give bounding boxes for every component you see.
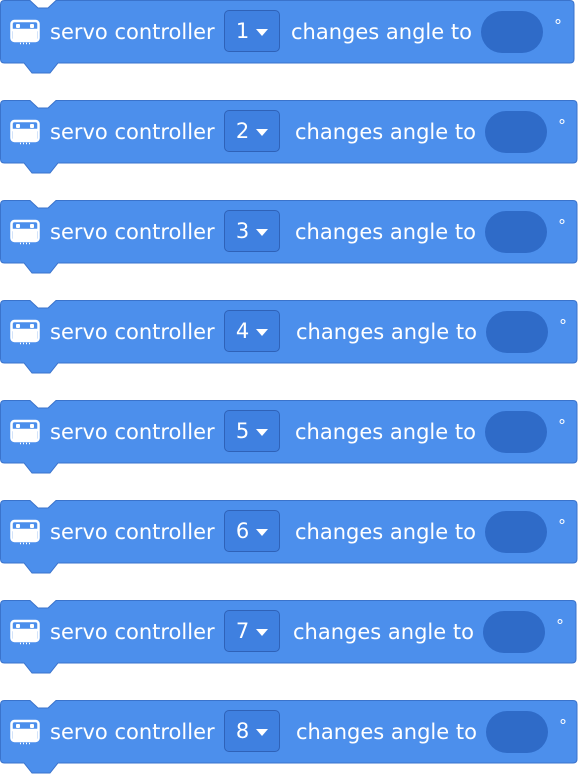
dropdown-value: 3 [235,219,250,243]
servo-number-dropdown[interactable]: 6 [224,510,280,552]
action-label: changes angle to [295,220,476,244]
dropdown-value: 7 [235,619,250,643]
servo-angle-block-1[interactable]: servo controller 1 changes angle to ° [0,0,578,76]
degree-unit: ° [558,416,566,435]
dropdown-value: 1 [235,19,250,43]
degree-unit: ° [559,716,567,735]
block-canvas: servo controller 1 changes angle to ° se… [0,0,578,775]
servo-number-dropdown[interactable]: 5 [224,410,280,452]
angle-input[interactable] [486,311,548,353]
block-content: servo controller 4 changes angle to ° [0,300,578,364]
action-label: changes angle to [296,320,477,344]
block-label: servo controller [50,120,215,144]
angle-input[interactable] [485,211,547,253]
servo-number-dropdown[interactable]: 8 [224,710,280,752]
servo-angle-block-6[interactable]: servo controller 6 changes angle to ° [0,500,578,576]
servo-number-dropdown[interactable]: 3 [224,210,280,252]
chevron-down-icon [256,28,269,36]
servo-angle-block-8[interactable]: servo controller 8 changes angle to ° [0,700,578,775]
dropdown-value: 5 [235,419,250,443]
robot-board-icon [10,719,40,745]
servo-angle-block-5[interactable]: servo controller 5 changes angle to ° [0,400,578,476]
servo-angle-block-3[interactable]: servo controller 3 changes angle to ° [0,200,578,276]
angle-input[interactable] [485,411,547,453]
degree-unit: ° [559,316,567,335]
block-label: servo controller [50,520,215,544]
chevron-down-icon [256,128,269,136]
angle-input[interactable] [483,611,545,653]
degree-unit: ° [558,116,566,135]
servo-number-dropdown[interactable]: 2 [224,110,280,152]
servo-angle-block-7[interactable]: servo controller 7 changes angle to ° [0,600,578,676]
block-content: servo controller 3 changes angle to ° [0,200,578,264]
block-content: servo controller 8 changes angle to ° [0,700,578,764]
robot-board-icon [10,419,40,445]
degree-unit: ° [558,216,566,235]
action-label: changes angle to [293,620,474,644]
block-content: servo controller 2 changes angle to ° [0,100,578,164]
degree-unit: ° [556,616,564,635]
dropdown-value: 8 [235,719,250,743]
servo-number-dropdown[interactable]: 7 [224,610,280,652]
dropdown-value: 6 [235,519,250,543]
block-label: servo controller [50,420,215,444]
chevron-down-icon [256,328,269,336]
chevron-down-icon [256,728,269,736]
block-label: servo controller [50,720,215,744]
action-label: changes angle to [291,20,472,44]
robot-board-icon [10,119,40,145]
block-label: servo controller [50,320,215,344]
chevron-down-icon [256,528,269,536]
block-content: servo controller 5 changes angle to ° [0,400,578,464]
action-label: changes angle to [295,120,476,144]
chevron-down-icon [256,428,269,436]
servo-number-dropdown[interactable]: 4 [224,310,280,352]
robot-board-icon [10,519,40,545]
angle-input[interactable] [485,511,547,553]
chevron-down-icon [256,628,269,636]
robot-board-icon [10,319,40,345]
servo-angle-block-2[interactable]: servo controller 2 changes angle to ° [0,100,578,176]
servo-angle-block-4[interactable]: servo controller 4 changes angle to ° [0,300,578,376]
block-label: servo controller [50,620,215,644]
block-label: servo controller [50,220,215,244]
action-label: changes angle to [296,720,477,744]
action-label: changes angle to [295,520,476,544]
block-label: servo controller [50,20,215,44]
block-content: servo controller 1 changes angle to ° [0,0,578,64]
robot-board-icon [10,19,40,45]
dropdown-value: 2 [235,119,250,143]
block-content: servo controller 6 changes angle to ° [0,500,578,564]
degree-unit: ° [558,516,566,535]
angle-input[interactable] [481,11,543,53]
action-label: changes angle to [295,420,476,444]
angle-input[interactable] [485,111,547,153]
chevron-down-icon [256,228,269,236]
block-content: servo controller 7 changes angle to ° [0,600,578,664]
dropdown-value: 4 [235,319,250,343]
servo-number-dropdown[interactable]: 1 [224,10,280,52]
robot-board-icon [10,619,40,645]
robot-board-icon [10,219,40,245]
angle-input[interactable] [486,711,548,753]
degree-unit: ° [554,16,562,35]
